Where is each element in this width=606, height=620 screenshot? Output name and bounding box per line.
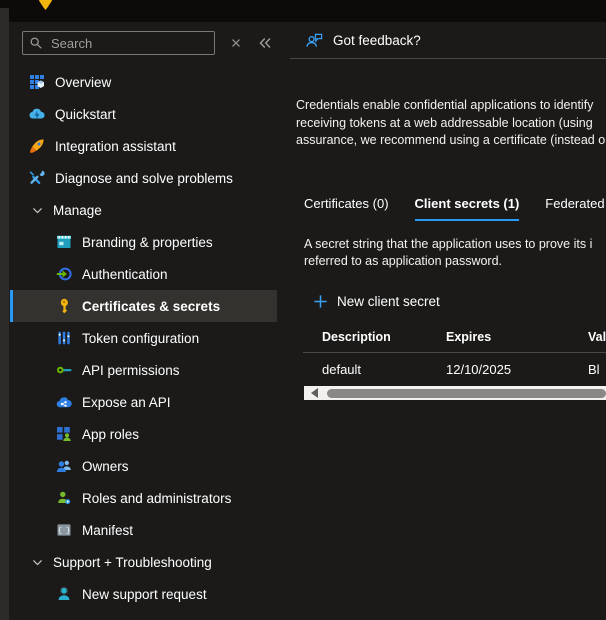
search-input[interactable] <box>49 35 210 52</box>
authentication-icon <box>56 266 72 282</box>
new-client-secret-label: New client secret <box>337 294 440 309</box>
sidebar-item-label: Diagnose and solve problems <box>55 171 233 186</box>
overview-icon <box>29 74 45 90</box>
credentials-description: Credentials enable confidential applicat… <box>296 97 606 150</box>
sidebar-item-label: API permissions <box>82 363 180 378</box>
table-cell: default <box>322 362 446 377</box>
table-header-row: DescriptionExpiresValue <box>281 323 606 352</box>
sidebar-item-label: Support + Troubleshooting <box>53 555 212 570</box>
sidebar-nav: Overview Quickstart Integration assistant D… <box>9 66 281 610</box>
sidebar-item-label: Expose an API <box>82 395 171 410</box>
chevron-down-icon <box>31 204 44 217</box>
sidebar-item-overview[interactable]: Overview <box>10 66 277 98</box>
owners-icon <box>56 458 72 474</box>
integration-assistant-icon <box>29 138 45 154</box>
sidebar-item-expose-an-api[interactable]: Expose an API <box>10 386 277 418</box>
tab-certificates-0[interactable]: Certificates (0) <box>304 196 389 221</box>
diagnose-icon <box>29 170 45 186</box>
sidebar-item-branding-properties[interactable]: Branding & properties <box>10 226 277 258</box>
column-header-value[interactable]: Value <box>588 330 606 344</box>
horizontal-scrollbar[interactable] <box>304 386 606 400</box>
branding-icon <box>56 234 72 250</box>
sidebar-item-label: Token configuration <box>82 331 199 346</box>
sidebar-item-label: App roles <box>82 427 139 442</box>
key-icon <box>38 0 53 10</box>
feedback-icon <box>305 31 324 50</box>
sidebar-item-diagnose-and-solve-problems[interactable]: Diagnose and solve problems <box>10 162 277 194</box>
sidebar-item-roles-and-administrators[interactable]: Roles and administrators <box>10 482 277 514</box>
tab-client-secrets-1[interactable]: Client secrets (1) <box>415 196 520 221</box>
text-line: assurance, we recommend using a certific… <box>296 132 606 150</box>
sidebar-item-label: Authentication <box>82 267 168 282</box>
table-row[interactable]: default12/10/2025Bl <box>281 353 606 386</box>
new-client-secret-button[interactable]: New client secret <box>313 292 440 312</box>
search-icon <box>29 36 43 50</box>
sidebar-item-label: New support request <box>82 587 207 602</box>
certificates-key-icon <box>56 298 72 314</box>
client-secrets-description: A secret string that the application use… <box>304 236 606 271</box>
text-line: referred to as application password. <box>304 253 606 271</box>
sidebar-item-app-roles[interactable]: App roles <box>10 418 277 450</box>
sidebar-item-certificates-secrets[interactable]: Certificates & secrets <box>10 290 277 322</box>
command-bar: Got feedback? <box>281 22 606 58</box>
tab-federated-c[interactable]: Federated c <box>545 196 606 221</box>
chevron-down-icon <box>31 556 44 569</box>
sidebar-item-integration-assistant[interactable]: Integration assistant <box>10 130 277 162</box>
sidebar: Overview Quickstart Integration assistant D… <box>9 22 281 620</box>
sidebar-section-support-troubleshooting[interactable]: Support + Troubleshooting <box>10 546 277 578</box>
sidebar-item-quickstart[interactable]: Quickstart <box>10 98 277 130</box>
sidebar-item-new-support-request[interactable]: New support request <box>10 578 277 610</box>
sidebar-section-manage[interactable]: Manage <box>10 194 277 226</box>
main-panel: Got feedback? Credentials enable confide… <box>281 22 606 620</box>
collapse-sidebar-icon[interactable] <box>257 35 273 51</box>
svg-text:{ }: { } <box>58 528 71 536</box>
column-header-expires[interactable]: Expires <box>446 330 588 344</box>
sidebar-item-label: Certificates & secrets <box>82 299 220 314</box>
column-header-description[interactable]: Description <box>322 330 446 344</box>
roles-admins-icon <box>56 490 72 506</box>
search-box[interactable] <box>22 31 215 55</box>
sidebar-item-label: Manifest <box>82 523 133 538</box>
sidebar-item-label: Branding & properties <box>82 235 213 250</box>
table-cell: Bl <box>588 362 606 377</box>
sidebar-item-label: Owners <box>82 459 129 474</box>
sidebar-item-label: Quickstart <box>55 107 116 122</box>
scroll-left-arrow-icon[interactable] <box>311 388 318 398</box>
sidebar-item-api-permissions[interactable]: API permissions <box>10 354 277 386</box>
outer-panel-edge <box>0 8 9 620</box>
client-secrets-table: DescriptionExpiresValue default12/10/202… <box>281 323 606 386</box>
new-support-request-icon <box>56 586 72 602</box>
text-line: receiving tokens at a web addressable lo… <box>296 115 606 133</box>
sidebar-item-label: Integration assistant <box>55 139 176 154</box>
sidebar-item-label: Manage <box>53 203 102 218</box>
got-feedback-label: Got feedback? <box>333 33 421 48</box>
quickstart-icon <box>29 106 45 122</box>
plus-icon <box>313 294 328 309</box>
table-body: default12/10/2025Bl <box>281 353 606 386</box>
expose-api-icon <box>56 394 72 410</box>
api-permissions-icon <box>56 362 72 378</box>
page-header-strip <box>0 0 606 22</box>
sidebar-item-token-configuration[interactable]: Token configuration <box>10 322 277 354</box>
app-roles-icon <box>56 426 72 442</box>
table-cell: 12/10/2025 <box>446 362 588 377</box>
sidebar-item-label: Roles and administrators <box>82 491 231 506</box>
sidebar-item-owners[interactable]: Owners <box>10 450 277 482</box>
text-line: A secret string that the application use… <box>304 236 606 254</box>
clear-search-icon[interactable] <box>228 35 244 51</box>
sidebar-item-label: Overview <box>55 75 111 90</box>
text-line: Credentials enable confidential applicat… <box>296 97 606 115</box>
got-feedback-button[interactable]: Got feedback? <box>305 31 421 50</box>
manifest-icon: { } <box>56 522 72 538</box>
token-configuration-icon <box>56 330 72 346</box>
sidebar-search-row <box>22 30 277 56</box>
sidebar-item-authentication[interactable]: Authentication <box>10 258 277 290</box>
tab-bar: Certificates (0) Client secrets (1) Federa… <box>304 196 606 221</box>
sidebar-item-manifest[interactable]: { } Manifest <box>10 514 277 546</box>
command-bar-divider <box>290 58 606 59</box>
scrollbar-thumb[interactable] <box>327 389 606 398</box>
